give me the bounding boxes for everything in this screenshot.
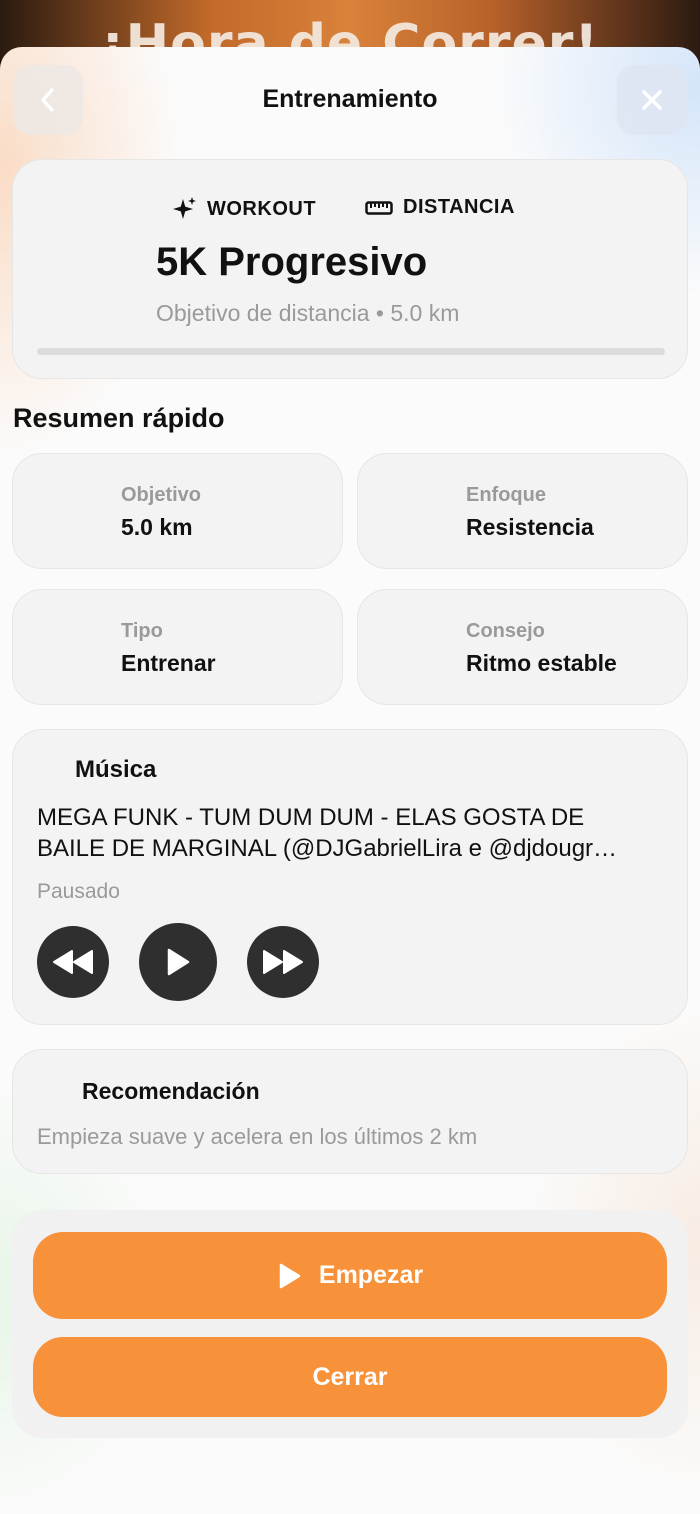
progress-bar [37, 348, 665, 355]
rewind-icon [53, 950, 93, 974]
close-workout-button[interactable]: Cerrar [33, 1337, 667, 1417]
track-title: MEGA FUNK - TUM DUM DUM - ELAS GOSTA DE … [37, 802, 669, 864]
play-icon [279, 1263, 301, 1288]
workout-name: 5K Progresivo [156, 240, 428, 284]
start-button-label: Empezar [318, 1261, 424, 1289]
summary-label: Consejo [466, 620, 545, 642]
close-button-label: Cerrar [312, 1362, 388, 1391]
playback-status: Pausado [37, 880, 120, 903]
close-button[interactable] [617, 65, 687, 135]
actions-panel: Empezar Cerrar [12, 1210, 688, 1438]
page-title: Entrenamiento [262, 85, 438, 113]
track-title-line: BAILE DE MARGINAL (@DJGabrielLira e @djd… [37, 835, 618, 862]
rewind-button[interactable] [37, 926, 109, 998]
play-button[interactable] [139, 923, 217, 1001]
summary-label: Enfoque [466, 484, 546, 506]
distance-tag: DISTANCIA [365, 196, 515, 219]
summary-card-consejo: Consejo Ritmo estable [357, 589, 688, 705]
workout-tag-label: WORKOUT [207, 197, 317, 220]
close-icon [642, 90, 662, 110]
summary-value: Ritmo estable [466, 650, 617, 676]
summary-value: Entrenar [121, 650, 216, 676]
play-icon [167, 948, 190, 976]
ruler-icon [365, 200, 393, 215]
summary-value: 5.0 km [121, 514, 193, 540]
workout-subtitle: Objetivo de distancia • 5.0 km [156, 300, 460, 326]
workout-tag: WORKOUT [173, 196, 316, 222]
recommendation-card: Recomendación Empieza suave y acelera en… [12, 1049, 688, 1174]
recommendation-title: Recomendación [82, 1078, 260, 1104]
music-title: Música [75, 756, 157, 783]
sparkles-icon [173, 197, 196, 219]
workout-sheet: Entrenamiento WORKOUT DISTANCIA 5K Progr… [0, 47, 700, 1514]
summary-label: Objetivo [121, 484, 202, 506]
summary-label: Tipo [121, 620, 163, 642]
summary-value: Resistencia [466, 514, 594, 540]
recommendation-text: Empieza suave y acelera en los últimos 2… [37, 1124, 478, 1149]
workout-header-card: WORKOUT DISTANCIA 5K Progresivo Objetivo… [12, 159, 688, 379]
start-button[interactable]: Empezar [33, 1232, 667, 1319]
summary-title: Resumen rápido [13, 403, 225, 433]
summary-card-tipo: Tipo Entrenar [12, 589, 343, 705]
music-card: Música MEGA FUNK - TUM DUM DUM - ELAS GO… [12, 729, 688, 1025]
distance-tag-label: DISTANCIA [403, 196, 515, 218]
fast-forward-icon [263, 950, 303, 974]
fast-forward-button[interactable] [247, 926, 319, 998]
summary-card-objetivo: Objetivo 5.0 km [12, 453, 343, 569]
track-title-line: MEGA FUNK - TUM DUM DUM - ELAS GOSTA DE [37, 804, 585, 831]
summary-card-enfoque: Enfoque Resistencia [357, 453, 688, 569]
